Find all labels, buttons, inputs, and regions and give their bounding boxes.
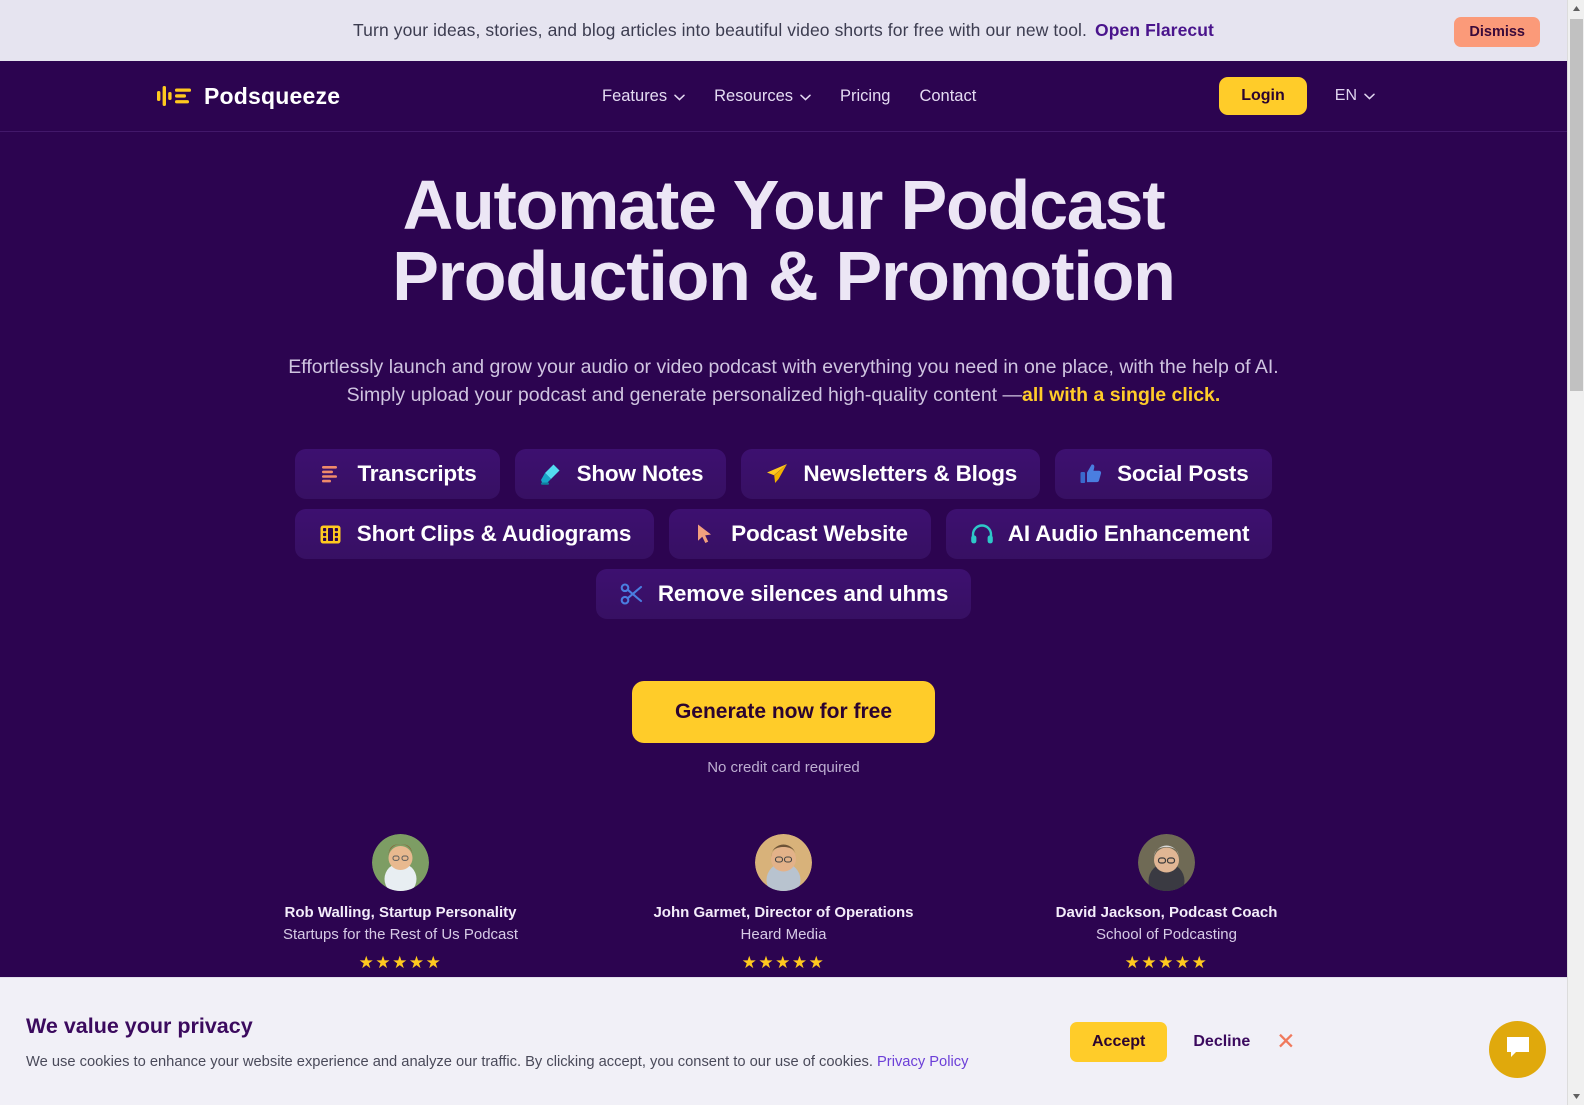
- cta-note: No credit card required: [707, 759, 860, 777]
- star-rating: ★★★★★: [741, 953, 826, 973]
- close-icon[interactable]: ✕: [1276, 1030, 1295, 1053]
- hero-title-line-1: Automate Your Podcast: [402, 166, 1166, 244]
- promo-banner-message: Turn your ideas, stories, and blog artic…: [353, 20, 1087, 40]
- chevron-down-icon: [674, 87, 685, 106]
- chat-bubble-icon: [1504, 1034, 1532, 1065]
- hero-section: Automate Your Podcast Production & Promo…: [0, 169, 1567, 973]
- hero-subtitle: Effortlessly launch and grow your audio …: [0, 353, 1567, 410]
- chevron-down-icon: [1364, 87, 1375, 105]
- nav-item-resources-label: Resources: [714, 86, 793, 105]
- cta-section: Generate now for free No credit card req…: [0, 681, 1567, 776]
- generate-now-button[interactable]: Generate now for free: [631, 681, 936, 744]
- feature-pill-newsletters-blogs-label: Newsletters & Blogs: [803, 461, 1018, 487]
- feature-pill-podcast-website-label: Podcast Website: [731, 521, 908, 547]
- feature-pill-row-2: Short Clips & Audiograms Podcast Website: [294, 509, 1273, 560]
- promo-banner-text: Turn your ideas, stories, and blog artic…: [353, 20, 1214, 41]
- feature-pill-short-clips-audiograms-label: Short Clips & Audiograms: [356, 521, 632, 547]
- highlighter-pen-icon: [538, 461, 564, 487]
- headphones-icon: [969, 521, 995, 547]
- chevron-down-icon: [800, 87, 811, 106]
- login-button[interactable]: Login: [1219, 77, 1307, 115]
- thumbs-up-icon: [1078, 461, 1104, 487]
- feature-pill-list: Transcripts Show Notes Newsletters & Blo…: [0, 449, 1567, 620]
- testimonial-org: Heard Media: [740, 926, 827, 944]
- cookie-consent-title: We value your privacy: [26, 1013, 253, 1038]
- testimonial-org: Startups for the Rest of Us Podcast: [282, 926, 519, 944]
- paper-plane-icon: [764, 461, 790, 487]
- feature-pill-social-posts-label: Social Posts: [1117, 461, 1249, 487]
- feature-pill-podcast-website[interactable]: Podcast Website: [669, 509, 931, 560]
- scroll-up-arrow-icon[interactable]: [1568, 0, 1584, 17]
- feature-pill-remove-silences[interactable]: Remove silences and uhms: [595, 569, 972, 620]
- feature-pill-ai-audio-enhancement[interactable]: AI Audio Enhancement: [945, 509, 1273, 560]
- scissors-icon: [619, 581, 645, 607]
- accept-cookies-button[interactable]: Accept: [1070, 1021, 1168, 1062]
- open-flarecut-link[interactable]: Open Flarecut: [1095, 20, 1214, 40]
- cookie-consent-banner: We value your privacy We use cookies to …: [0, 977, 1567, 1105]
- brand-logo[interactable]: Podsqueeze: [157, 83, 340, 110]
- testimonial-name: John Garmet, Director of Operations: [653, 904, 914, 922]
- nav-actions: Login EN: [1219, 77, 1375, 115]
- testimonial-item: John Garmet, Director of Operations Hear…: [592, 834, 975, 973]
- testimonial-list: Rob Walling, Startup Personality Startup…: [0, 834, 1567, 973]
- language-selector-label: EN: [1334, 87, 1357, 104]
- avatar: [1138, 834, 1195, 892]
- feature-pill-row-3: Remove silences and uhms: [595, 569, 972, 620]
- podsqueeze-waveform-icon: [157, 84, 193, 108]
- feature-pill-ai-audio-enhancement-label: AI Audio Enhancement: [1007, 521, 1250, 547]
- feature-pill-remove-silences-label: Remove silences and uhms: [657, 581, 949, 607]
- page-root: Turn your ideas, stories, and blog artic…: [0, 0, 1584, 1105]
- nav-item-contact[interactable]: Contact: [919, 87, 976, 106]
- decline-cookies-button[interactable]: Decline: [1193, 1033, 1250, 1051]
- dismiss-button[interactable]: Dismiss: [1454, 17, 1540, 47]
- promo-banner: Turn your ideas, stories, and blog artic…: [0, 0, 1567, 61]
- star-rating: ★★★★★: [1124, 953, 1209, 973]
- testimonial-name: Rob Walling, Startup Personality: [284, 904, 517, 922]
- cookie-consent-actions: Accept Decline ✕: [1070, 1021, 1296, 1062]
- language-selector[interactable]: EN: [1335, 87, 1375, 105]
- nav-item-resources[interactable]: Resources: [714, 87, 811, 106]
- page-title: Automate Your Podcast Production & Promo…: [0, 169, 1567, 316]
- feature-pill-short-clips-audiograms[interactable]: Short Clips & Audiograms: [294, 509, 655, 560]
- film-strip-icon: [318, 521, 344, 547]
- star-rating: ★★★★★: [358, 953, 443, 973]
- brand-name: Podsqueeze: [204, 82, 341, 109]
- feature-pill-transcripts[interactable]: Transcripts: [295, 449, 500, 500]
- hero-subtitle-highlight: all with a single click.: [1022, 384, 1221, 407]
- nav-item-pricing[interactable]: Pricing: [840, 87, 890, 106]
- feature-pill-show-notes[interactable]: Show Notes: [514, 449, 727, 500]
- testimonial-item: Rob Walling, Startup Personality Startup…: [209, 834, 592, 973]
- scroll-down-arrow-icon[interactable]: [1568, 1088, 1584, 1105]
- feature-pill-social-posts[interactable]: Social Posts: [1055, 449, 1272, 500]
- avatar: [755, 834, 812, 892]
- hero-subtitle-line-1: Effortlessly launch and grow your audio …: [288, 355, 1279, 378]
- scrollbar-thumb[interactable]: [1570, 19, 1583, 391]
- feature-pill-show-notes-label: Show Notes: [576, 461, 704, 487]
- testimonial-name: David Jackson, Podcast Coach: [1055, 904, 1278, 922]
- hero-subtitle-line-2: Simply upload your podcast and generate …: [346, 384, 1022, 407]
- chat-widget-button[interactable]: [1489, 1021, 1546, 1078]
- transcript-lines-icon: [318, 461, 344, 487]
- cursor-arrow-icon: [692, 521, 718, 547]
- nav-links: Features Resources Pricing Contact: [602, 87, 976, 106]
- cookie-consent-text: We value your privacy We use cookies to …: [0, 1014, 980, 1070]
- nav-item-features[interactable]: Features: [602, 87, 685, 106]
- feature-pill-newsletters-blogs[interactable]: Newsletters & Blogs: [741, 449, 1041, 500]
- nav-item-features-label: Features: [602, 86, 668, 105]
- testimonial-item: David Jackson, Podcast Coach School of P…: [975, 834, 1358, 973]
- testimonial-org: School of Podcasting: [1096, 926, 1237, 944]
- hero-title-line-2: Production & Promotion: [392, 237, 1176, 316]
- privacy-policy-link[interactable]: Privacy Policy: [877, 1054, 968, 1070]
- main-navbar: Podsqueeze Features Resources Pricing Co…: [0, 61, 1567, 132]
- feature-pill-row-1: Transcripts Show Notes Newsletters & Blo…: [295, 449, 1272, 500]
- cookie-consent-body: We use cookies to enhance your website e…: [26, 1054, 980, 1070]
- cookie-consent-message: We use cookies to enhance your website e…: [26, 1053, 873, 1070]
- avatar: [372, 834, 429, 892]
- page-scrollbar[interactable]: [1567, 0, 1584, 1105]
- feature-pill-transcripts-label: Transcripts: [357, 461, 477, 487]
